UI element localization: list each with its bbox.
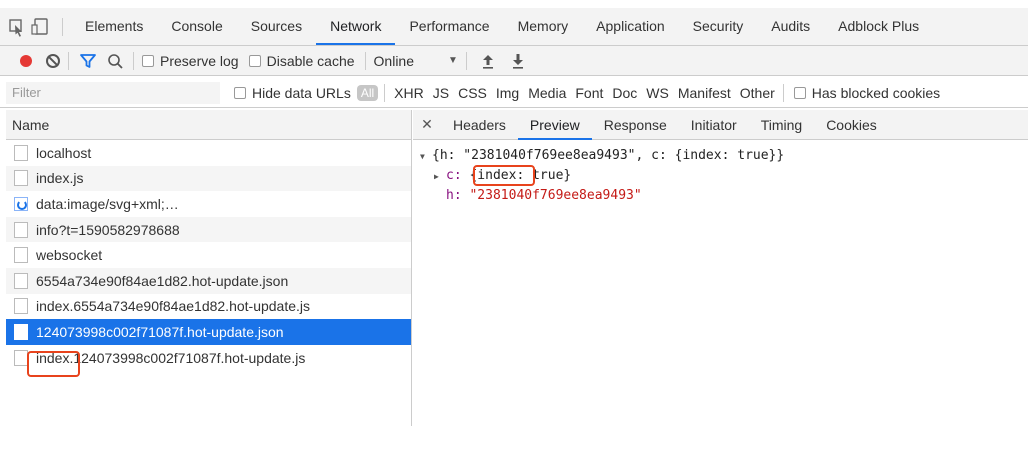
throttling-value: Online <box>373 52 414 69</box>
annotation-highlight-index-filename <box>27 351 80 377</box>
collapsed-triangle-icon[interactable]: ▶ <box>434 167 446 187</box>
filter-type-xhr[interactable]: XHR <box>394 85 424 101</box>
tab-console[interactable]: Console <box>157 8 236 45</box>
tab-sources[interactable]: Sources <box>237 8 316 45</box>
preview-h-value: "2381040f769ee8ea9493" <box>469 188 642 203</box>
filter-type-all[interactable]: All <box>356 84 379 101</box>
document-file-icon <box>14 323 28 340</box>
request-name: localhost <box>36 144 92 161</box>
main-tab-list: Elements Console Sources Network Performance… <box>71 8 933 45</box>
tab-memory[interactable]: Memory <box>504 8 583 45</box>
throttling-select[interactable]: Online ▼ <box>374 53 458 69</box>
tab-adblock-plus[interactable]: Adblock Plus <box>824 8 933 45</box>
hide-data-urls-label: Hide data URLs <box>252 84 351 101</box>
filter-type-manifest[interactable]: Manifest <box>678 85 731 101</box>
preview-h-key: h: <box>446 188 462 203</box>
close-detail-icon[interactable]: ✕ <box>413 116 441 133</box>
detail-tab-headers[interactable]: Headers <box>441 110 518 140</box>
request-name: info?t=1590582978688 <box>36 221 180 238</box>
preview-h-line: h: "2381040f769ee8ea9493" <box>420 186 1020 206</box>
export-har-icon[interactable] <box>509 52 527 70</box>
request-row[interactable]: localhost <box>6 140 411 166</box>
document-file-icon <box>14 221 28 238</box>
tab-security[interactable]: Security <box>679 8 758 45</box>
disable-cache-label: Disable cache <box>266 52 355 69</box>
devtools-main-tabbar: Elements Console Sources Network Performance… <box>0 8 1028 46</box>
filter-type-font[interactable]: Font <box>575 85 603 101</box>
request-row[interactable]: websocket <box>6 242 411 268</box>
detail-tab-timing[interactable]: Timing <box>749 110 815 140</box>
clear-icon[interactable] <box>46 53 60 68</box>
request-name: index.js <box>36 170 84 187</box>
filter-input[interactable] <box>6 81 220 104</box>
record-icon[interactable] <box>20 54 32 67</box>
divider <box>68 51 69 70</box>
document-file-icon <box>14 247 28 264</box>
request-name: 6554a734e90f84ae1d82.hot-update.json <box>36 272 289 289</box>
filter-type-other[interactable]: Other <box>740 85 775 101</box>
tab-performance[interactable]: Performance <box>395 8 503 45</box>
detail-tab-response[interactable]: Response <box>592 110 679 140</box>
image-file-icon <box>14 196 28 211</box>
request-row[interactable]: index.js <box>6 165 411 192</box>
document-file-icon <box>14 272 28 289</box>
filter-type-doc[interactable]: Doc <box>612 85 637 101</box>
name-column-header[interactable]: Name <box>6 110 411 140</box>
request-name: 124073998c002f71087f.hot-update.json <box>36 323 284 340</box>
request-row[interactable]: data:image/svg+xml;… <box>6 191 411 217</box>
filter-type-list: XHR JS CSS Img Media Font Doc WS Manifest Other <box>385 85 775 101</box>
disable-cache-checkbox[interactable] <box>248 54 261 67</box>
request-row[interactable]: index.6554a734e90f84ae1d82.hot-update.js <box>6 294 411 320</box>
has-blocked-cookies-checkbox[interactable] <box>793 86 806 99</box>
request-row[interactable]: 6554a734e90f84ae1d82.hot-update.json <box>6 267 411 294</box>
divider <box>782 83 784 102</box>
inspect-element-icon[interactable] <box>0 8 30 45</box>
has-blocked-cookies-label: Has blocked cookies <box>811 84 941 101</box>
preview-c-key: c: <box>446 168 462 183</box>
request-name: websocket <box>36 247 103 264</box>
document-file-icon <box>14 144 28 161</box>
request-list: localhost index.js data:image/svg+xml;… inf… <box>6 140 411 370</box>
tab-elements[interactable]: Elements <box>71 8 157 45</box>
tab-application[interactable]: Application <box>582 8 679 45</box>
request-row[interactable]: 124073998c002f71087f.hot-update.json <box>6 319 411 345</box>
divider <box>62 17 63 36</box>
expanded-triangle-icon[interactable]: ▼ <box>420 147 432 167</box>
request-name: index.6554a734e90f84ae1d82.hot-update.js <box>36 298 311 315</box>
device-toolbar-icon[interactable] <box>30 8 54 45</box>
filter-type-css[interactable]: CSS <box>458 85 487 101</box>
dropdown-arrow-icon: ▼ <box>448 55 458 66</box>
detail-tab-preview[interactable]: Preview <box>517 110 592 140</box>
document-file-icon <box>14 170 28 187</box>
detail-tab-list: Headers Preview Response Initiator Timing Coo… <box>441 110 889 140</box>
filter-type-img[interactable]: Img <box>496 85 519 101</box>
preview-root-line[interactable]: ▼ {h: "2381040f769ee8ea9493", c: {index: … <box>420 146 1020 166</box>
hide-data-urls-checkbox[interactable] <box>234 86 246 99</box>
preserve-log-label: Preserve log <box>160 52 239 69</box>
document-file-icon <box>14 349 28 366</box>
detail-tab-cookies[interactable]: Cookies <box>814 110 889 140</box>
filter-type-js[interactable]: JS <box>433 85 449 101</box>
document-file-icon <box>14 298 28 315</box>
preserve-log-checkbox[interactable] <box>142 54 154 67</box>
divider <box>465 51 467 70</box>
detail-tab-initiator[interactable]: Initiator <box>679 110 749 140</box>
detail-tabbar: ✕ Headers Preview Response Initiator Timing C… <box>413 110 1028 140</box>
request-name: data:image/svg+xml;… <box>36 195 179 212</box>
filter-bar: Hide data URLs All XHR JS CSS Img Media Font D… <box>0 78 1028 108</box>
filter-type-ws[interactable]: WS <box>646 85 669 101</box>
annotation-highlight-index-key <box>473 165 535 186</box>
request-list-panel: Name localhost index.js data:image/svg+xml… <box>6 110 412 426</box>
filter-funnel-icon[interactable] <box>79 53 97 69</box>
search-icon[interactable] <box>107 53 125 69</box>
divider <box>364 51 366 70</box>
request-row[interactable]: info?t=1590582978688 <box>6 216 411 243</box>
import-har-icon[interactable] <box>479 52 497 70</box>
tab-network[interactable]: Network <box>316 8 396 45</box>
tab-audits[interactable]: Audits <box>757 8 824 45</box>
network-toolbar: Preserve log Disable cache Online ▼ <box>0 46 1028 76</box>
filter-type-media[interactable]: Media <box>528 85 566 101</box>
divider <box>133 51 134 70</box>
preview-root-text: {h: "2381040f769ee8ea9493", c: {index: t… <box>432 148 785 163</box>
